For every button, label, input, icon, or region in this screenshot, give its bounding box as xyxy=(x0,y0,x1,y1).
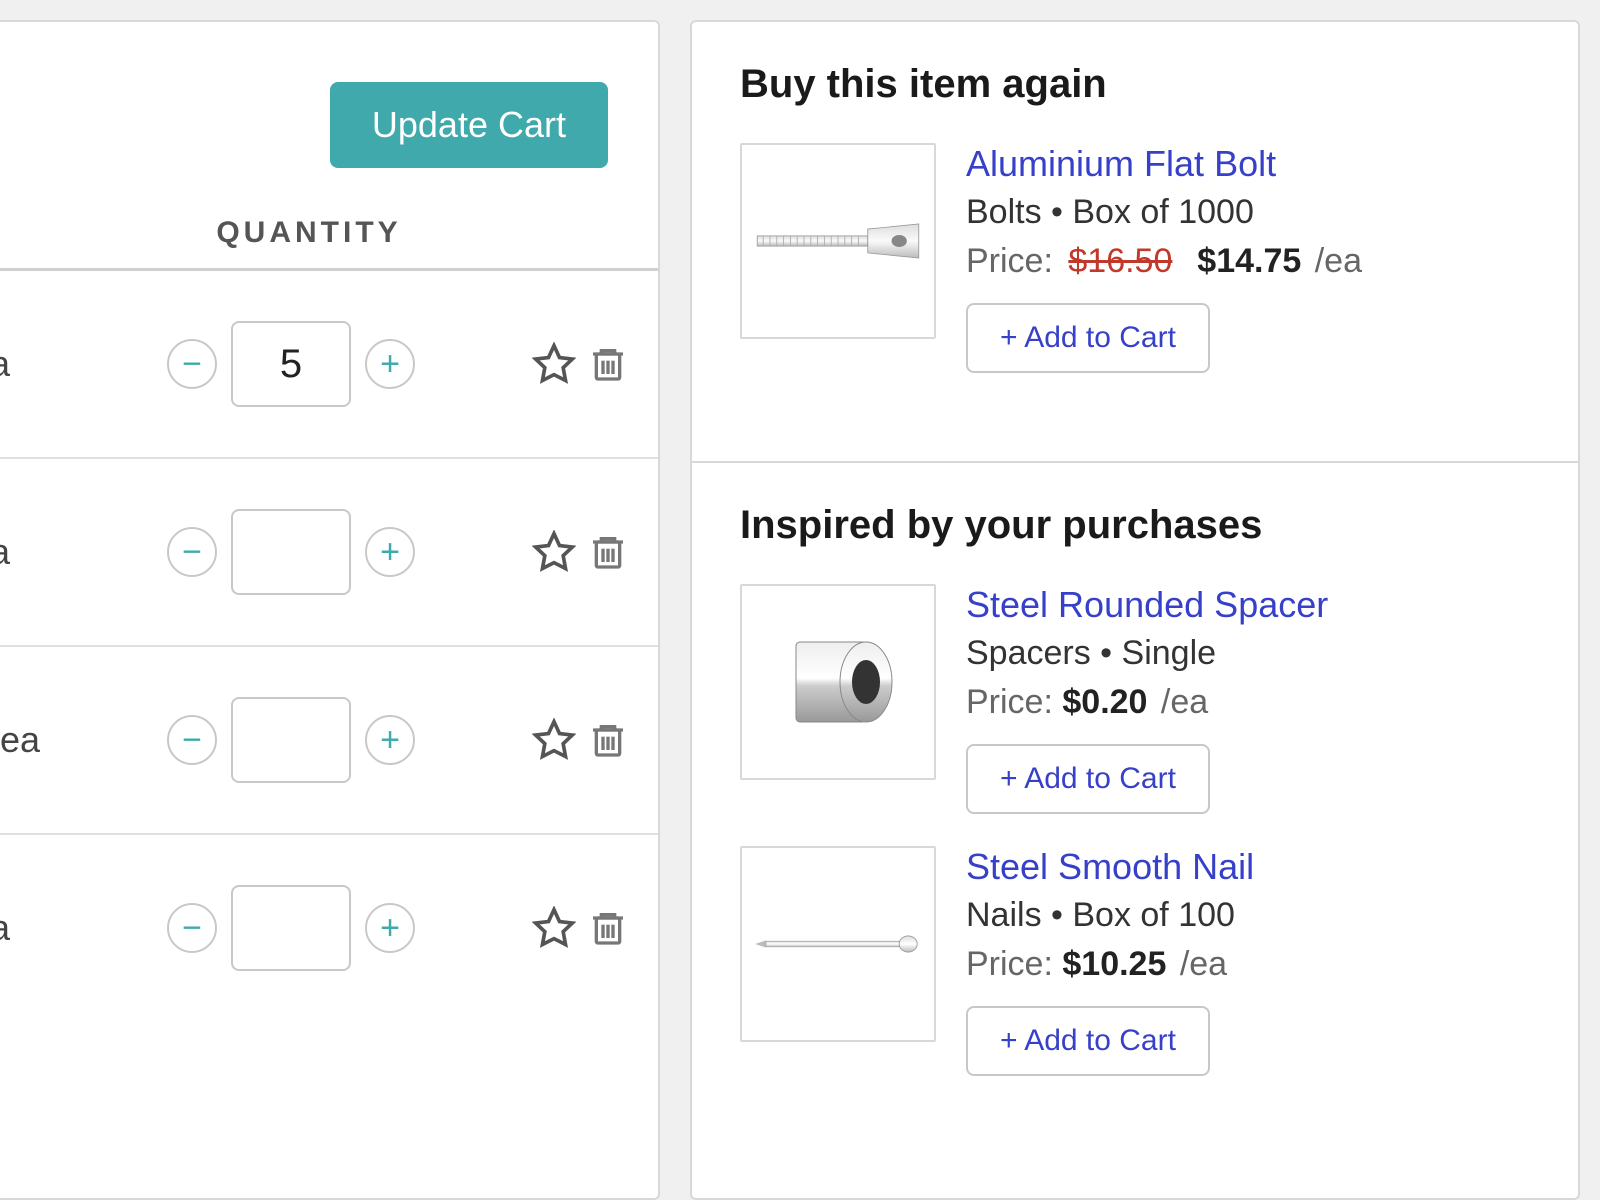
star-icon xyxy=(532,342,576,386)
increment-button[interactable]: + xyxy=(365,339,415,389)
product-meta: Nails • Box of 100 xyxy=(966,896,1254,935)
favorite-button[interactable] xyxy=(532,342,576,386)
unit-label: 0 /ea xyxy=(0,719,50,761)
trash-icon xyxy=(588,718,628,762)
quantity-input[interactable] xyxy=(231,697,351,783)
unit-label: /ea xyxy=(0,343,50,385)
product-name-link[interactable]: Steel Smooth Nail xyxy=(966,846,1254,888)
unit-label: /ea xyxy=(0,531,50,573)
recommendations-panel: Buy this item again Aluminium Flat Bolt … xyxy=(690,20,1580,1200)
star-icon xyxy=(532,718,576,762)
add-to-cart-button[interactable]: + Add to Cart xyxy=(966,303,1210,373)
favorite-button[interactable] xyxy=(532,530,576,574)
nail-icon xyxy=(748,919,928,969)
unit-label: /ea xyxy=(0,907,50,949)
product-thumbnail[interactable] xyxy=(740,584,936,780)
delete-button[interactable] xyxy=(588,906,628,950)
product-item: Aluminium Flat Bolt Bolts • Box of 1000 … xyxy=(740,143,1530,373)
inspired-section: Inspired by your purchases Steel Rounded… xyxy=(692,463,1578,1164)
update-cart-button[interactable]: Update Cart xyxy=(330,82,608,168)
product-item: Steel Smooth Nail Nails • Box of 100 Pri… xyxy=(740,846,1530,1076)
increment-button[interactable]: + xyxy=(365,527,415,577)
product-item: Steel Rounded Spacer Spacers • Single Pr… xyxy=(740,584,1530,814)
quantity-input[interactable] xyxy=(231,885,351,971)
cart-row: /ea − + xyxy=(0,271,658,459)
bolt-icon xyxy=(753,206,923,276)
trash-icon xyxy=(588,530,628,574)
cart-row: 0 /ea − + xyxy=(0,647,658,835)
increment-button[interactable]: + xyxy=(365,903,415,953)
star-icon xyxy=(532,530,576,574)
star-icon xyxy=(532,906,576,950)
add-to-cart-button[interactable]: + Add to Cart xyxy=(966,744,1210,814)
decrement-button[interactable]: − xyxy=(167,527,217,577)
quantity-column-header: QUANTITY xyxy=(0,208,658,271)
delete-button[interactable] xyxy=(588,530,628,574)
trash-icon xyxy=(588,906,628,950)
section-heading: Inspired by your purchases xyxy=(740,503,1530,548)
delete-button[interactable] xyxy=(588,342,628,386)
quantity-input[interactable] xyxy=(231,321,351,407)
buy-again-section: Buy this item again Aluminium Flat Bolt … xyxy=(692,22,1578,463)
decrement-button[interactable]: − xyxy=(167,715,217,765)
spacer-icon xyxy=(768,612,908,752)
decrement-button[interactable]: − xyxy=(167,339,217,389)
section-heading: Buy this item again xyxy=(740,62,1530,107)
product-thumbnail[interactable] xyxy=(740,846,936,1042)
cart-panel: Update Cart QUANTITY /ea − + /ea xyxy=(0,20,660,1200)
cart-row: /ea − + xyxy=(0,459,658,647)
trash-icon xyxy=(588,342,628,386)
favorite-button[interactable] xyxy=(532,718,576,762)
product-meta: Bolts • Box of 1000 xyxy=(966,193,1362,232)
delete-button[interactable] xyxy=(588,718,628,762)
quantity-input[interactable] xyxy=(231,509,351,595)
product-price: Price: $10.25 /ea xyxy=(966,945,1254,984)
add-to-cart-button[interactable]: + Add to Cart xyxy=(966,1006,1210,1076)
cart-row: /ea − + xyxy=(0,835,658,1021)
product-thumbnail[interactable] xyxy=(740,143,936,339)
product-price: Price: $0.20 /ea xyxy=(966,683,1328,722)
product-meta: Spacers • Single xyxy=(966,634,1328,673)
product-price: Price: $16.50 $14.75 /ea xyxy=(966,242,1362,281)
product-name-link[interactable]: Steel Rounded Spacer xyxy=(966,584,1328,626)
product-name-link[interactable]: Aluminium Flat Bolt xyxy=(966,143,1362,185)
increment-button[interactable]: + xyxy=(365,715,415,765)
favorite-button[interactable] xyxy=(532,906,576,950)
decrement-button[interactable]: − xyxy=(167,903,217,953)
